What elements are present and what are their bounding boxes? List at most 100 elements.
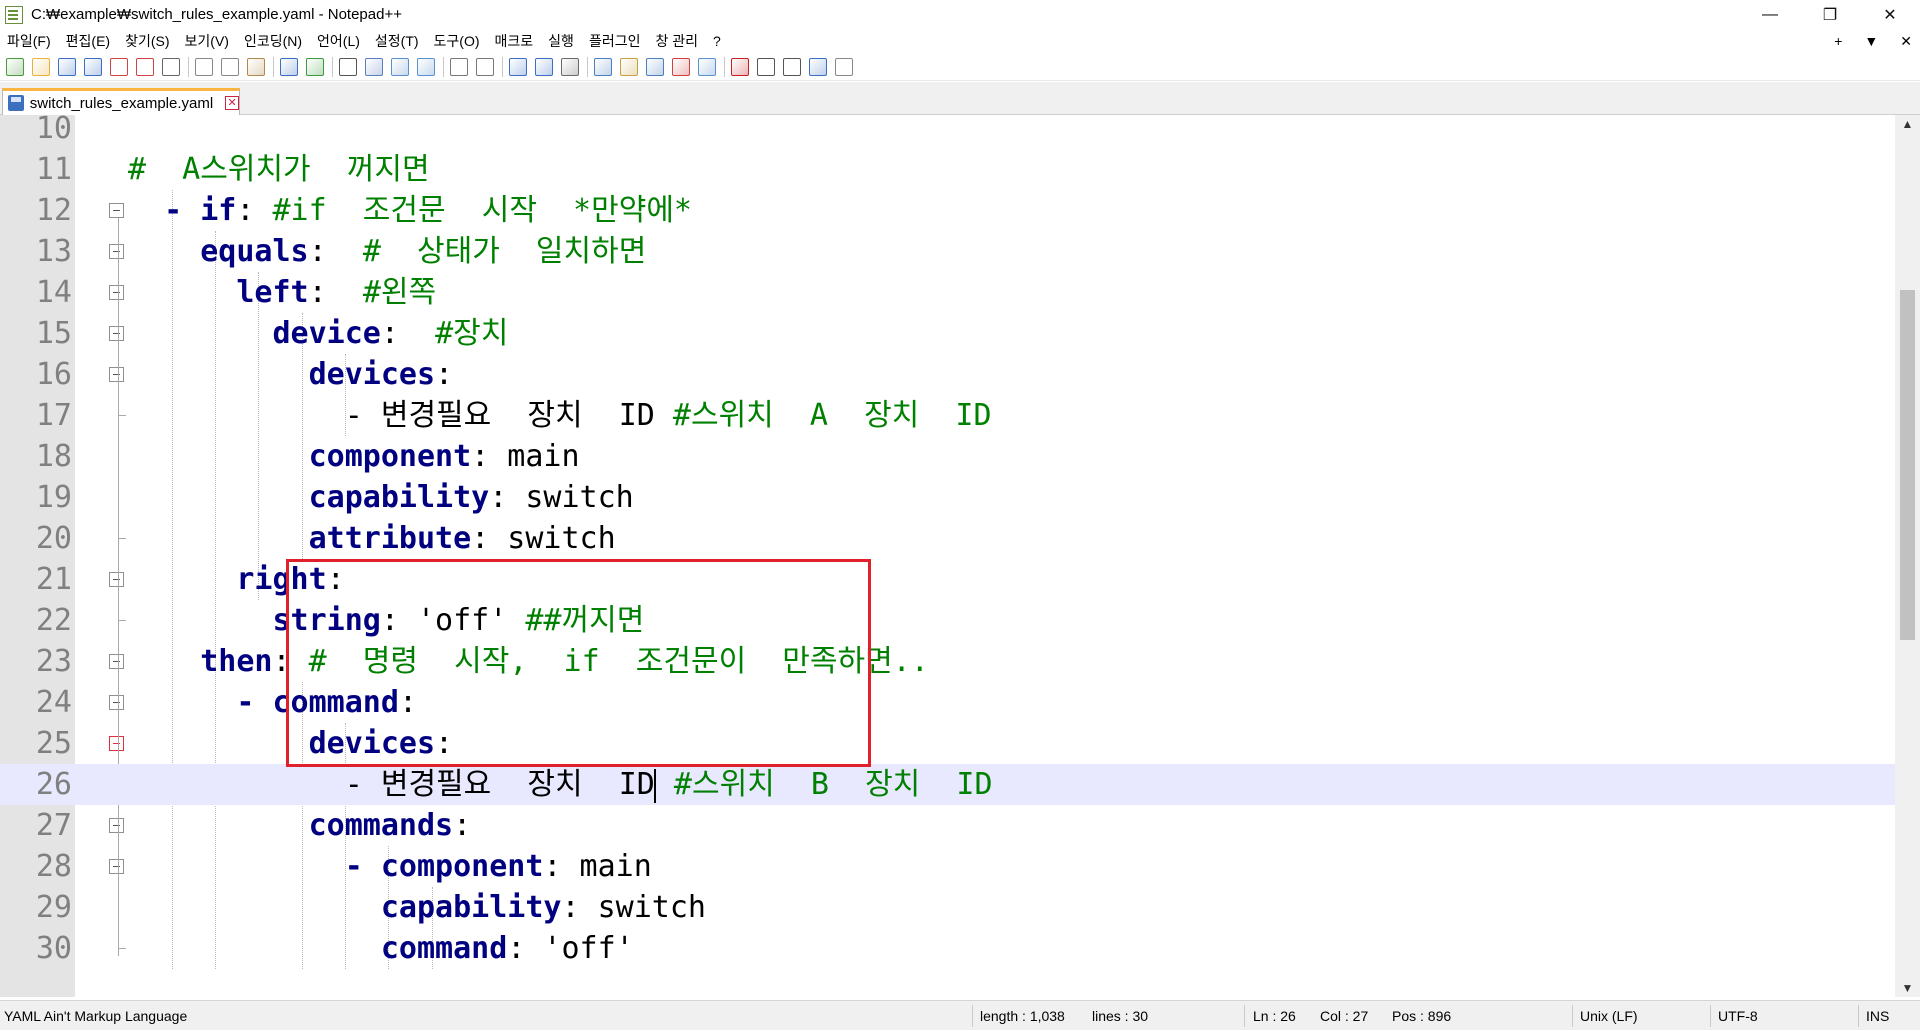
code-line[interactable]: 24 - command: [0,682,1895,723]
tab-list-button[interactable]: ▼ [1864,33,1878,49]
notepad-plus-plus-icon [5,5,23,24]
save-macro-icon[interactable] [835,57,853,76]
code-line[interactable]: 30 command: 'off' [0,928,1895,969]
line-number: 16 [35,357,72,392]
zoom-out-icon[interactable] [417,57,435,76]
record-macro-icon[interactable] [731,57,749,76]
document-map-icon[interactable] [620,57,638,76]
status-divider [1710,1005,1711,1027]
yaml-key: capability [128,480,490,515]
line-number: 14 [35,275,72,310]
scrollbar-thumb[interactable] [1900,290,1915,640]
menu-language[interactable]: 언어(L) [310,31,368,51]
replace-icon[interactable] [365,57,383,76]
code-line[interactable]: 22 string: 'off' ##꺼지면 [0,600,1895,641]
yaml-key: component [128,439,472,474]
cut-icon[interactable] [195,57,213,76]
code-text: devices: [128,354,454,395]
line-number: 25 [35,726,72,761]
code-line[interactable]: 19 capability: switch [0,477,1895,518]
folder-workspace-icon[interactable] [672,57,690,76]
open-file-icon[interactable] [32,57,50,76]
code-line[interactable]: 20 attribute: switch [0,518,1895,559]
line-number: 27 [35,808,72,843]
word-wrap-icon[interactable] [509,57,527,76]
close-all-icon[interactable] [136,57,154,76]
code-line[interactable]: 21 right: [0,559,1895,600]
menu-search[interactable]: 찾기(S) [118,31,177,51]
vertical-scrollbar[interactable]: ▲ ▼ [1895,115,1920,997]
redo-icon[interactable] [306,57,324,76]
yaml-key: devices [128,357,436,392]
menu-macro[interactable]: 매크로 [488,31,542,51]
line-number: 23 [35,644,72,679]
yaml-key: commands [128,808,454,843]
menu-help[interactable]: ? [706,33,729,49]
line-number: 30 [35,931,72,966]
code-line[interactable]: 26 - 변경필요 장치 ID #스위치 B 장치 ID [0,764,1895,805]
yaml-comment: #스위치 A 장치 ID [672,398,992,433]
tab-close-icon[interactable]: ✕ [225,96,239,110]
code-line[interactable]: 10 [0,115,1895,149]
menu-window[interactable]: 창 관리 [648,31,706,51]
scroll-down-icon[interactable]: ▼ [1895,979,1920,997]
indent-guide-icon[interactable] [561,57,579,76]
print-icon[interactable] [162,57,180,76]
save-all-icon[interactable] [84,57,102,76]
function-list-icon[interactable] [646,57,664,76]
menu-plugins[interactable]: 플러그인 [582,31,649,51]
maximize-button[interactable]: ❐ [1800,0,1860,29]
stop-macro-icon[interactable] [757,57,775,76]
new-tab-button[interactable]: + [1834,33,1842,49]
run-macro-multiple-icon[interactable] [809,57,827,76]
close-button[interactable]: ✕ [1860,0,1920,29]
yaml-key: devices [128,726,436,761]
code-text: capability: switch [128,887,706,928]
paste-icon[interactable] [247,57,265,76]
play-macro-icon[interactable] [783,57,801,76]
undo-icon[interactable] [280,57,298,76]
code-line[interactable]: 28 - component: main [0,846,1895,887]
menu-file[interactable]: 파일(F) [0,31,59,51]
code-line[interactable]: 18 component: main [0,436,1895,477]
menu-encoding[interactable]: 인코딩(N) [237,31,310,51]
copy-icon[interactable] [221,57,239,76]
code-line[interactable]: 29 capability: switch [0,887,1895,928]
status-divider [1858,1005,1859,1027]
code-line[interactable]: 12 - if: #if 조건문 시작 *만약에* [0,190,1895,231]
sync-vertical-icon[interactable] [450,57,468,76]
monitoring-icon[interactable] [698,57,716,76]
menu-run[interactable]: 실행 [541,31,582,51]
close-icon[interactable] [110,57,128,76]
user-language-icon[interactable] [594,57,612,76]
sync-horizontal-icon[interactable] [476,57,494,76]
find-icon[interactable] [339,57,357,76]
code-line[interactable]: 14 left: #왼쪽 [0,272,1895,313]
close-document-button[interactable]: ✕ [1900,33,1912,50]
show-all-chars-icon[interactable] [535,57,553,76]
save-icon[interactable] [58,57,76,76]
code-line[interactable]: 23 then: # 명령 시작, if 조건문이 만족하면.. [0,641,1895,682]
line-number: 28 [35,849,72,884]
code-editor[interactable]: 10 11 # A스위치가 꺼지면 12 - if: #if 조건문 시작 *만약에*… [0,115,1920,997]
yaml-value: - 변경필요 장치 ID [128,398,673,433]
minimize-button[interactable]: — [1740,0,1800,29]
code-line[interactable]: 13 equals: # 상태가 일치하면 [0,231,1895,272]
code-line[interactable]: 16 devices: [0,354,1895,395]
document-tab[interactable]: switch_rules_example.yaml ✕ [2,88,240,115]
code-line[interactable]: 27 commands: [0,805,1895,846]
code-line[interactable]: 11 # A스위치가 꺼지면 [0,149,1895,190]
zoom-in-icon[interactable] [391,57,409,76]
menu-edit[interactable]: 편집(E) [59,31,118,51]
yaml-value: - 변경필요 장치 ID [128,767,655,802]
tab-bar: switch_rules_example.yaml ✕ [0,82,1920,115]
menu-tools[interactable]: 도구(O) [427,31,488,51]
menu-view[interactable]: 보기(V) [178,31,237,51]
code-line[interactable]: 25 devices: [0,723,1895,764]
scroll-up-icon[interactable]: ▲ [1895,115,1920,133]
code-line[interactable]: 17 - 변경필요 장치 ID #스위치 A 장치 ID [0,395,1895,436]
code-line[interactable]: 15 device: #장치 [0,313,1895,354]
line-number: 21 [35,562,72,597]
menu-settings[interactable]: 설정(T) [368,31,427,51]
new-file-icon[interactable] [6,57,24,76]
